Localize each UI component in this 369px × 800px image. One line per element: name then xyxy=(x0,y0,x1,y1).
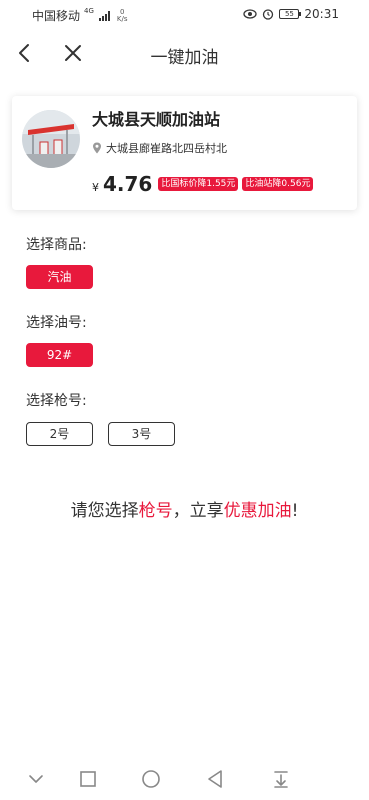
fuel-price: 4.76 xyxy=(103,172,153,196)
prompt-text-1: 请您选择 xyxy=(70,501,139,521)
net-speed-unit: K/s xyxy=(116,14,128,23)
battery-icon: 55 xyxy=(279,9,302,19)
product-section-label: 选择商品: xyxy=(26,237,87,253)
select-gun-prompt: 请您选择枪号，立享优惠加油! xyxy=(0,496,369,521)
station-address-row: 大城县廊崔路北四岳村北 xyxy=(92,140,227,156)
station-address: 大城县廊崔路北四岳村北 xyxy=(106,142,227,155)
carrier-text: 中国移动 xyxy=(32,9,81,23)
fuel-option-92[interactable]: 92# xyxy=(26,343,93,367)
prompt-highlight-discount: 优惠加油 xyxy=(223,501,292,521)
clock-time: 20:31 xyxy=(304,7,339,21)
station-card[interactable]: 大城县天顺加油站 大城县廊崔路北四岳村北 ¥ 4.76 比国标价降1.55元 比… xyxy=(12,96,357,210)
prompt-highlight-gun: 枪号 xyxy=(138,501,173,521)
circle-home-icon[interactable] xyxy=(140,768,162,790)
header: 一键加油 xyxy=(0,36,369,70)
net-speed: 0 K/s xyxy=(116,8,128,23)
station-photo xyxy=(22,110,80,168)
system-nav-bar xyxy=(0,760,369,800)
location-pin-icon xyxy=(93,142,101,154)
alarm-icon xyxy=(263,9,274,20)
collapse-icon[interactable] xyxy=(25,768,47,790)
fuel-section-label: 选择油号: xyxy=(26,315,87,331)
battery-level: 55 xyxy=(284,10,294,18)
status-bar: 中国移动 4G 0 K/s 55 20:31 xyxy=(0,0,369,28)
status-left: 中国移动 4G 0 K/s xyxy=(32,7,128,24)
station-name: 大城县天顺加油站 xyxy=(92,110,221,129)
gun-option-3[interactable]: 3号 xyxy=(108,422,175,446)
page-title: 一键加油 xyxy=(150,48,219,68)
discount-badge-national: 比国标价降1.55元 xyxy=(158,177,239,191)
square-icon[interactable] xyxy=(77,768,99,790)
status-right: 55 20:31 xyxy=(243,7,339,21)
gun-section-label: 选择枪号: xyxy=(26,393,87,409)
network-type-text: 4G xyxy=(84,7,94,15)
triangle-back-icon[interactable] xyxy=(204,768,226,790)
download-icon[interactable] xyxy=(270,768,292,790)
prompt-text-3: ! xyxy=(291,501,299,521)
eye-icon xyxy=(243,9,258,19)
gun-option-2[interactable]: 2号 xyxy=(26,422,93,446)
prompt-text-2: ，立享 xyxy=(172,501,224,521)
discount-badge-station: 比油站降0.56元 xyxy=(242,177,314,191)
price-row: ¥ 4.76 比国标价降1.55元 比油站降0.56元 xyxy=(92,172,314,196)
product-option-gasoline[interactable]: 汽油 xyxy=(26,265,93,289)
signal-icon xyxy=(98,10,110,21)
currency-symbol: ¥ xyxy=(92,181,99,194)
